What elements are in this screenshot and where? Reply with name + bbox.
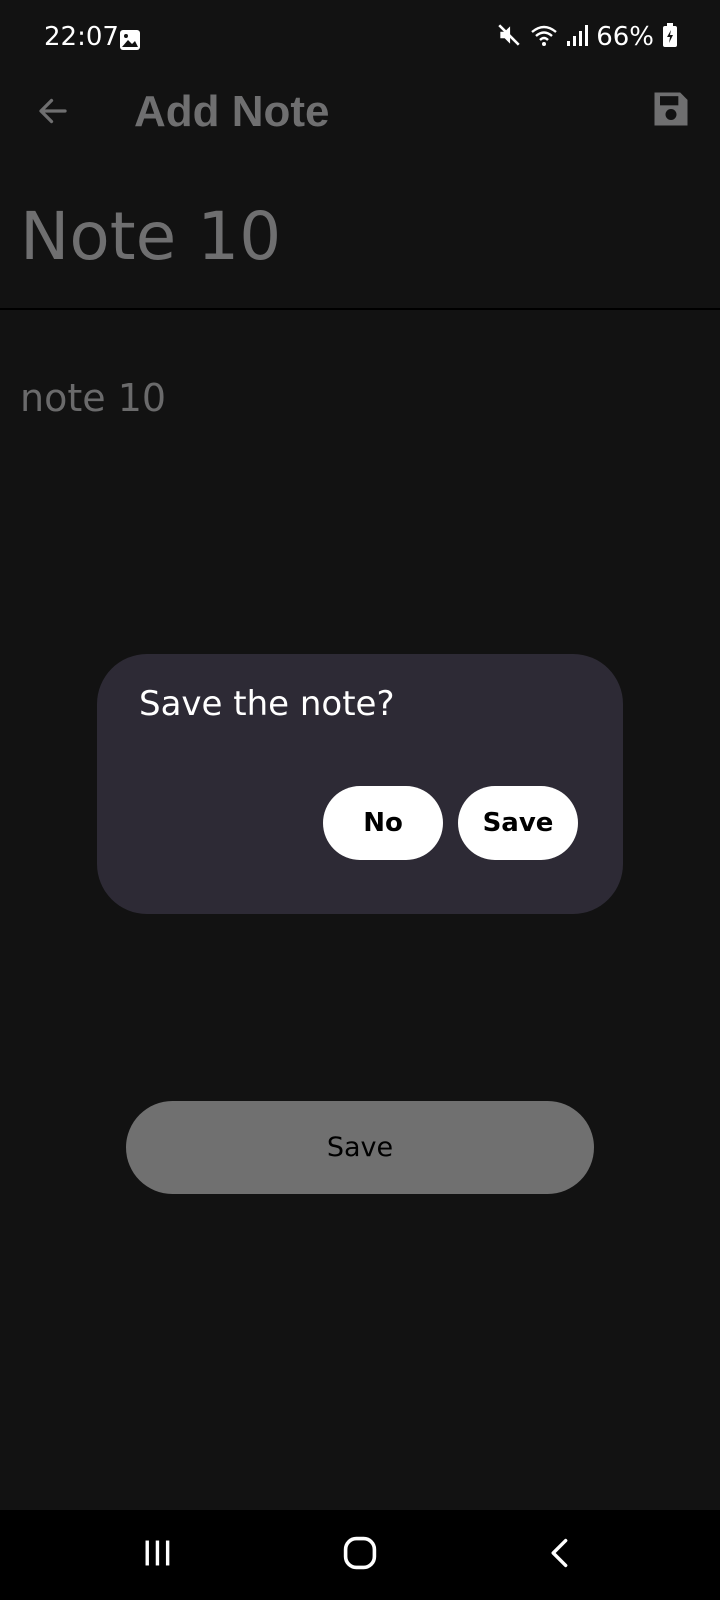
arrow-back-icon [35,93,71,133]
system-nav-bar [0,1510,720,1600]
back-button[interactable] [30,90,76,136]
floppy-disk-icon [649,87,693,135]
dialog-message: Save the note? [139,684,395,724]
note-title-field[interactable]: Note 10 [0,180,720,310]
note-content-field[interactable]: note 10 [20,376,166,420]
wifi-icon [530,22,558,52]
status-icons: 66% [496,22,678,52]
nav-back-button[interactable] [530,1530,590,1580]
status-time: 22:07 [44,22,119,52]
signal-icon [566,23,589,51]
add-note-screen: 22:07 66% Add Note Note 10 note 10 Save … [0,0,720,1600]
save-button[interactable]: Save [126,1101,594,1194]
dialog-save-button[interactable]: Save [458,786,578,860]
dialog-no-button[interactable]: No [323,786,443,860]
mute-icon [496,22,522,52]
battery-percent: 66% [596,22,654,52]
back-icon [543,1536,577,1574]
note-title-value: Note 10 [20,198,282,275]
home-button[interactable] [330,1530,390,1580]
save-dialog: Save the note? No Save [97,654,623,914]
recents-icon [141,1536,175,1574]
recents-button[interactable] [128,1530,188,1580]
save-icon-button[interactable] [646,86,696,136]
battery-icon [662,22,678,52]
app-bar: Add Note [0,80,720,144]
home-icon [342,1535,378,1575]
gallery-icon [118,28,142,52]
page-title: Add Note [134,87,330,136]
status-bar: 22:07 66% [0,0,720,80]
